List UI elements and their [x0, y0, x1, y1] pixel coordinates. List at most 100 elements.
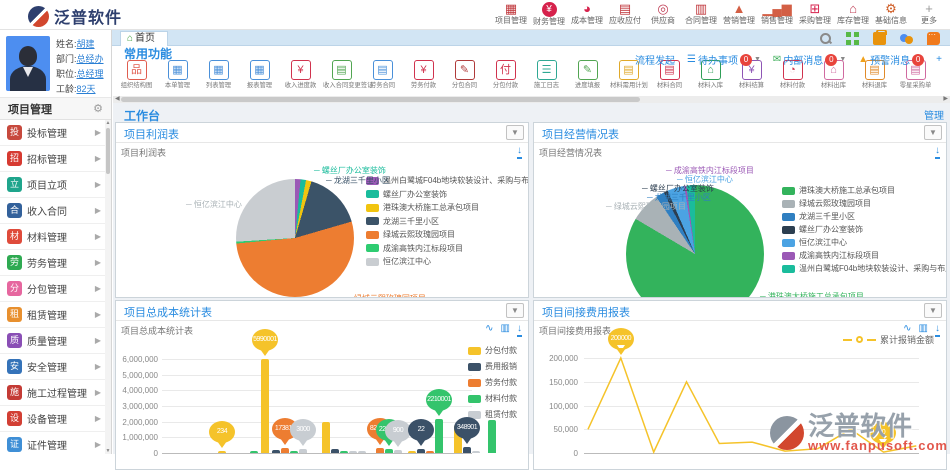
function-icon-劳务合同[interactable]: ▤劳务合同 [362, 60, 403, 96]
function-icon-分包付款[interactable]: 付分包付款 [485, 60, 526, 96]
scroll-left-icon[interactable]: ◀ [115, 95, 120, 102]
sidebar-item-label: 材料管理 [27, 229, 95, 244]
sidebar-item-安全管理[interactable]: 安安全管理▶ [0, 354, 105, 380]
toolbar-more-button[interactable]: + [936, 54, 942, 65]
sidebar-item-材料管理[interactable]: 材材料管理▶ [0, 224, 105, 250]
bar-chart-icon[interactable]: ▥ [501, 323, 510, 337]
gridline [162, 375, 472, 376]
top-nav-item-更多[interactable]: +更多 [910, 1, 948, 27]
profile-title-link[interactable]: 总经理 [77, 69, 104, 79]
function-icon-分包合同[interactable]: ✎分包合同 [444, 60, 485, 96]
scrollbar-thumb[interactable] [121, 97, 640, 102]
sidebar-item-label: 设备管理 [27, 411, 95, 426]
top-nav-item-财务管理[interactable]: ¥财务管理 [530, 1, 568, 27]
function-icon-收入合同变更签证[interactable]: ▤收入合同变更签证 [321, 60, 362, 96]
chevron-right-icon: ▶ [95, 232, 105, 241]
scroll-right-icon[interactable]: ▶ [943, 95, 948, 102]
bar-rent [349, 451, 357, 453]
scrollbar-thumb[interactable] [106, 128, 110, 174]
internal-message-link[interactable]: ✉内部消息0▼ [773, 52, 846, 67]
common-functions-title: 常用功能 [124, 45, 172, 62]
receivable-doc-icon: ▤ [619, 1, 631, 16]
bar-chart-icon[interactable]: ▥ [919, 323, 928, 337]
scroll-down-icon[interactable]: ▼ [105, 448, 111, 454]
top-nav-item-成本管理[interactable]: ◕成本管理 [568, 1, 606, 27]
top-nav-item-营销管理[interactable]: ▲营销管理 [720, 1, 758, 27]
panel-dropdown-button[interactable]: ▼ [506, 303, 524, 318]
sidebar-item-收入合同[interactable]: 合收入合同▶ [0, 198, 105, 224]
function-icon-施工日志[interactable]: ☰施工日志 [526, 60, 567, 96]
profile-service-link[interactable]: 82天 [77, 84, 96, 94]
sidebar-item-投标管理[interactable]: 投投标管理▶ [0, 120, 105, 146]
toolbox-icon[interactable] [873, 32, 886, 45]
function-icon-组织结构图[interactable]: 品组织结构图 [116, 60, 157, 96]
报表管理-icon: ▦ [250, 60, 270, 80]
balloon-tail [616, 348, 626, 360]
top-nav-item-合同管理[interactable]: ▥合同管理 [682, 1, 720, 27]
download-icon[interactable]: ↓ [935, 145, 940, 159]
top-nav-item-供应商[interactable]: ◎供应商 [644, 1, 682, 27]
sidebar-item-证件管理[interactable]: 证证件管理▶ [0, 432, 105, 454]
sidebar-item-项目立项[interactable]: 立项目立项▶ [0, 172, 105, 198]
download-icon[interactable]: ↓ [517, 323, 522, 337]
users-icon[interactable] [900, 32, 913, 45]
bar-mat [488, 420, 496, 453]
function-icon-进度填报[interactable]: ✎进度填报 [567, 60, 608, 96]
function-icon-报表管理[interactable]: ▦报表管理 [239, 60, 280, 96]
search-icon[interactable] [819, 32, 832, 45]
gear-icon[interactable]: ⚙ [93, 98, 103, 120]
function-icon-劳务付款[interactable]: ¥劳务付款 [403, 60, 444, 96]
function-icon-收入进度款[interactable]: ¥收入进度款 [280, 60, 321, 96]
top-nav-item-基础信息[interactable]: ⚙基础信息 [872, 1, 910, 27]
watermark-url: www.fanpusoft.com [808, 439, 948, 452]
top-nav-item-库存管理[interactable]: ⌂库存管理 [834, 1, 872, 27]
legend-swatch [782, 187, 795, 195]
sidebar-item-质量管理[interactable]: 质质量管理▶ [0, 328, 105, 354]
legend-label: 劳务付款 [485, 377, 517, 388]
sidebar-item-施工过程管理[interactable]: 施施工过程管理▶ [0, 380, 105, 406]
bar-mat [290, 451, 298, 453]
panel-dropdown-button[interactable]: ▼ [924, 125, 942, 140]
sidebar-scrollbar[interactable]: ▲ ▼ [105, 120, 111, 454]
workbench-manage-link[interactable]: 管理 [924, 107, 944, 122]
download-icon[interactable]: ↓ [517, 145, 522, 159]
chevron-right-icon: ▶ [95, 180, 105, 189]
profile-dept-link[interactable]: 总经办 [77, 54, 104, 64]
sidebar-item-分包管理[interactable]: 分分包管理▶ [0, 276, 105, 302]
chat-icon[interactable] [927, 32, 940, 45]
top-nav: ▦项目管理¥财务管理◕成本管理▤应收应付◎供应商▥合同管理▲营销管理▁▄▆销售管… [492, 1, 948, 27]
top-nav-item-销售管理[interactable]: ▁▄▆销售管理 [758, 1, 796, 27]
top-nav-item-项目管理[interactable]: ▦项目管理 [492, 1, 530, 27]
scroll-up-icon[interactable]: ▲ [105, 120, 111, 126]
function-label: 施工日志 [528, 81, 565, 91]
legend-item: 费用报销 [468, 361, 517, 372]
top-nav-item-应收应付[interactable]: ▤应收应付 [606, 1, 644, 27]
sidebar-item-劳务管理[interactable]: 劳劳务管理▶ [0, 250, 105, 276]
sidebar-item-招标管理[interactable]: 招招标管理▶ [0, 146, 105, 172]
sidebar-item-设备管理[interactable]: 设设备管理▶ [0, 406, 105, 432]
process-start-link[interactable]: 流程发起 [635, 52, 675, 67]
todo-link[interactable]: ☰待办事项0▼ [687, 52, 761, 67]
quick-icon-bar [819, 32, 940, 45]
sidebar-item-label: 招标管理 [27, 151, 95, 166]
yuan-circle-icon: ¥ [542, 2, 557, 17]
horizontal-scrollbar[interactable]: ◀ ▶ [113, 96, 950, 103]
function-icon-列表管理[interactable]: ▦列表管理 [198, 60, 239, 96]
top-nav-item-采购管理[interactable]: ⊞采购管理 [796, 1, 834, 27]
legend-item: 劳务付款 [468, 377, 517, 388]
line-chart-icon[interactable]: ∿ [903, 323, 911, 337]
sidebar-item-租赁管理[interactable]: 租租赁管理▶ [0, 302, 105, 328]
tab-home[interactable]: ⌂首页 [120, 31, 168, 46]
top-nav-label: 采购管理 [796, 16, 834, 26]
alert-message-link[interactable]: ▲预警消息0 [858, 52, 924, 67]
line-chart-icon[interactable]: ∿ [485, 323, 493, 337]
panel-dropdown-button[interactable]: ▼ [924, 303, 942, 318]
panel-dropdown-button[interactable]: ▼ [506, 125, 524, 140]
sidebar-item-label: 分包管理 [27, 281, 95, 296]
expand-icon[interactable] [846, 32, 859, 45]
download-icon[interactable]: ↓ [935, 323, 940, 337]
labor-icon: 劳 [7, 255, 22, 270]
function-icon-本单管理[interactable]: ▦本单管理 [157, 60, 198, 96]
panel-subtitle: 项目经营情况表 [539, 146, 602, 159]
profile-name-link[interactable]: 胡建 [77, 39, 95, 49]
